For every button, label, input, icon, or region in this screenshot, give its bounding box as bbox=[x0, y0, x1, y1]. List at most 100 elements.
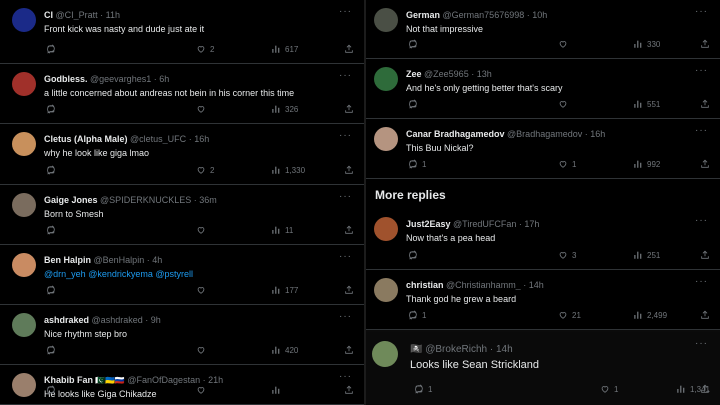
avatar[interactable] bbox=[12, 253, 36, 277]
retweet-button[interactable] bbox=[404, 158, 422, 170]
retweet-button[interactable] bbox=[42, 344, 60, 356]
more-icon[interactable]: ··· bbox=[695, 215, 708, 226]
views-button[interactable] bbox=[267, 384, 285, 396]
author-handle[interactable]: @BenHalpin bbox=[94, 255, 145, 265]
avatar[interactable] bbox=[12, 72, 36, 96]
retweet-button[interactable] bbox=[404, 309, 422, 321]
share-button[interactable] bbox=[340, 284, 354, 296]
share-button[interactable] bbox=[696, 158, 710, 170]
share-button[interactable] bbox=[696, 98, 710, 110]
like-button[interactable] bbox=[192, 384, 210, 396]
avatar[interactable] bbox=[374, 8, 398, 32]
more-icon[interactable]: ··· bbox=[339, 371, 352, 382]
share-button[interactable] bbox=[340, 164, 354, 176]
more-icon[interactable]: ··· bbox=[695, 338, 708, 349]
more-icon[interactable]: ··· bbox=[695, 125, 708, 136]
reply-tweet[interactable]: Godbless. @geevarghes1 · 6h ··· a little c… bbox=[0, 64, 364, 124]
avatar[interactable] bbox=[374, 278, 398, 302]
views-button[interactable]: 177 bbox=[267, 284, 298, 296]
avatar[interactable] bbox=[372, 341, 398, 367]
share-button[interactable] bbox=[340, 103, 354, 115]
views-button[interactable]: 1,330 bbox=[267, 164, 305, 176]
reply-tweet[interactable]: ashdraked @ashdraked · 9h ··· Nice rhythm … bbox=[0, 305, 364, 365]
views-button[interactable]: 617 bbox=[267, 43, 298, 55]
reply-tweet[interactable]: CI @CI_Pratt · 11h ··· Front kick was nast… bbox=[0, 0, 364, 64]
more-icon[interactable]: ··· bbox=[695, 6, 708, 17]
retweet-button[interactable] bbox=[42, 284, 60, 296]
author-handle[interactable]: @CI_Pratt bbox=[56, 10, 98, 20]
author-name[interactable]: christian bbox=[406, 280, 444, 290]
author-name[interactable]: CI bbox=[44, 10, 53, 20]
author-name[interactable]: Zee bbox=[406, 69, 422, 79]
views-button[interactable]: 992 bbox=[629, 158, 660, 170]
share-button[interactable] bbox=[340, 43, 354, 55]
tweet-time[interactable]: 9h bbox=[151, 315, 161, 325]
avatar[interactable] bbox=[12, 373, 36, 397]
reply-tweet[interactable]: Ben Halpin @BenHalpin · 4h ··· @drn_yeh @k… bbox=[0, 245, 364, 305]
like-button[interactable]: 1 bbox=[554, 158, 576, 170]
share-button[interactable] bbox=[340, 384, 354, 396]
reply-tweet[interactable]: Khabib Fan 🇵🇰🇺🇦🇷🇺 @FanOfDagestan · 21h ···… bbox=[0, 365, 364, 405]
reply-tweet[interactable]: German @German75676998 · 10h ··· Not that … bbox=[366, 0, 720, 59]
share-button[interactable] bbox=[340, 344, 354, 356]
avatar[interactable] bbox=[12, 8, 36, 32]
retweet-button[interactable] bbox=[42, 164, 60, 176]
like-button[interactable]: 3 bbox=[554, 249, 576, 261]
author-handle[interactable]: @TiredUFCFan bbox=[453, 219, 516, 229]
tweet-time[interactable]: 6h bbox=[159, 74, 169, 84]
more-icon[interactable]: ··· bbox=[339, 70, 352, 81]
author-handle[interactable]: @Zee5965 bbox=[424, 69, 469, 79]
tweet-time[interactable]: 13h bbox=[477, 69, 492, 79]
avatar[interactable] bbox=[12, 132, 36, 156]
author-name[interactable]: Ben Halpin bbox=[44, 255, 91, 265]
more-icon[interactable]: ··· bbox=[339, 130, 352, 141]
author-name[interactable]: Just2Easy bbox=[406, 219, 451, 229]
retweet-button[interactable] bbox=[42, 103, 60, 115]
author-handle[interactable]: @ashdraked bbox=[92, 315, 143, 325]
retweet-button[interactable] bbox=[404, 38, 422, 50]
tweet-time[interactable]: 17h bbox=[524, 219, 539, 229]
reply-tweet[interactable]: Gaige Jones @SPIDERKNUCKLES · 36m ··· Born… bbox=[0, 185, 364, 245]
mention-link[interactable]: @kendrickyema bbox=[88, 269, 153, 279]
tweet-time[interactable]: 16h bbox=[590, 129, 605, 139]
views-button[interactable]: 251 bbox=[629, 249, 660, 261]
retweet-button[interactable] bbox=[410, 383, 428, 395]
tweet-time[interactable]: 14h bbox=[496, 344, 513, 355]
like-button[interactable]: 2 bbox=[192, 164, 214, 176]
avatar[interactable] bbox=[12, 193, 36, 217]
retweet-button[interactable] bbox=[404, 98, 422, 110]
like-button[interactable] bbox=[192, 284, 210, 296]
retweet-button[interactable] bbox=[42, 224, 60, 236]
more-icon[interactable]: ··· bbox=[339, 191, 352, 202]
author-name[interactable]: Canar Bradhagamedov bbox=[406, 129, 505, 139]
like-button[interactable] bbox=[192, 103, 210, 115]
author-name[interactable]: Gaige Jones bbox=[44, 195, 98, 205]
more-icon[interactable]: ··· bbox=[339, 251, 352, 262]
author-handle[interactable]: @Bradhagamedov bbox=[507, 129, 582, 139]
like-button[interactable] bbox=[192, 344, 210, 356]
more-icon[interactable]: ··· bbox=[695, 65, 708, 76]
views-button[interactable]: 326 bbox=[267, 103, 298, 115]
like-button[interactable] bbox=[554, 98, 572, 110]
mention-link[interactable]: @pstyrell bbox=[155, 269, 193, 279]
share-button[interactable] bbox=[340, 224, 354, 236]
mention-link[interactable]: @drn_yeh bbox=[44, 269, 86, 279]
share-button[interactable] bbox=[696, 38, 710, 50]
more-icon[interactable]: ··· bbox=[339, 311, 352, 322]
tweet-time[interactable]: 36m bbox=[199, 195, 217, 205]
like-button[interactable]: 21 bbox=[554, 309, 581, 321]
avatar[interactable] bbox=[374, 217, 398, 241]
share-button[interactable] bbox=[696, 383, 710, 395]
avatar[interactable] bbox=[374, 127, 398, 151]
author-name[interactable]: Cletus (Alpha Male) bbox=[44, 134, 128, 144]
avatar[interactable] bbox=[12, 313, 36, 337]
tweet-time[interactable]: 10h bbox=[532, 10, 547, 20]
reply-tweet[interactable]: Canar Bradhagamedov @Bradhagamedov · 16h… bbox=[366, 119, 720, 179]
views-button[interactable]: 420 bbox=[267, 344, 298, 356]
author-name[interactable]: German bbox=[406, 10, 440, 20]
author-name[interactable]: ashdraked bbox=[44, 315, 89, 325]
author-handle[interactable]: @BrokeRichh bbox=[425, 344, 487, 355]
avatar[interactable] bbox=[374, 67, 398, 91]
author-handle[interactable]: @Christianhamm_ bbox=[446, 280, 521, 290]
reply-tweet[interactable]: christian @Christianhamm_ · 14h ··· Thank … bbox=[366, 270, 720, 330]
